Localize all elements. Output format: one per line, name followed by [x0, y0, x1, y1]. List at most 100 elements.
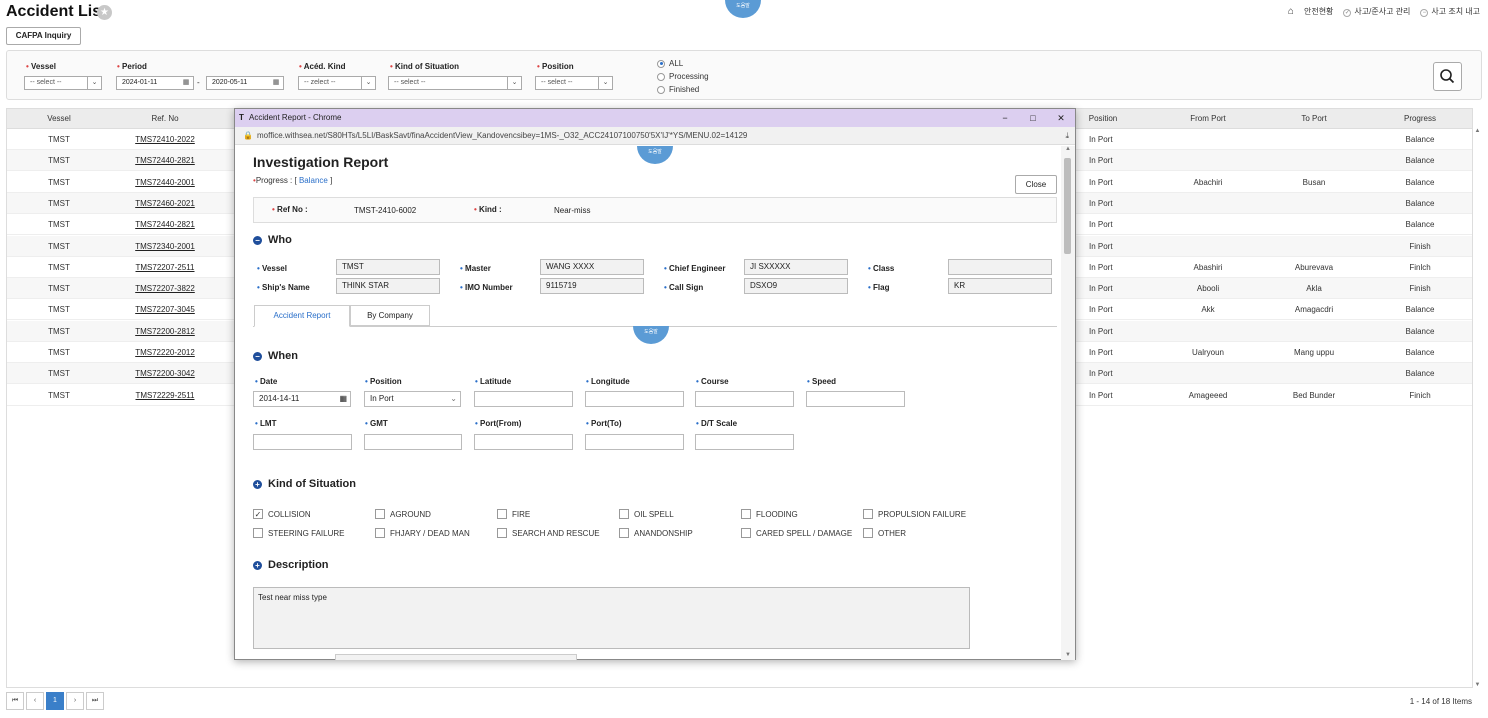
col-progress[interactable]: Progress [1367, 109, 1473, 129]
situation-checkbox[interactable]: OTHER [863, 528, 906, 538]
dt-scale-field[interactable] [695, 434, 794, 450]
toplink-2[interactable]: ✓ 사고/준사고 관리 [1343, 6, 1410, 17]
cell-refno[interactable]: TMS72220-2012 [111, 342, 219, 363]
cell-refno[interactable]: TMS72440-2001 [111, 172, 219, 193]
last-page-button[interactable]: ⏭ [86, 692, 104, 710]
scroll-thumb[interactable] [1064, 158, 1071, 254]
col-vessel[interactable]: Vessel [7, 109, 111, 129]
popup-scrollbar[interactable]: ▲ ▼ [1061, 146, 1075, 660]
home-icon[interactable]: ⌂ [1288, 6, 1294, 17]
vessel-select[interactable]: -- select -- ⌄ [24, 76, 102, 90]
help-bubble[interactable]: 도움말 [633, 326, 669, 344]
position-select[interactable]: -- select -- ⌄ [535, 76, 613, 90]
close-window-button[interactable]: ✕ [1047, 109, 1075, 127]
col-refno[interactable]: Ref. No [111, 109, 219, 129]
position-select[interactable]: In Port ⌄ [364, 391, 461, 407]
cell-refno[interactable]: TMS72440-2821 [111, 150, 219, 171]
situation-checkbox[interactable]: FIRE [497, 509, 530, 519]
flag-field[interactable]: KR [948, 278, 1052, 294]
description-section-title[interactable]: + Description [253, 559, 329, 571]
situation-section-title[interactable]: + Kind of Situation [253, 478, 356, 490]
situation-checkbox[interactable]: CARED SPELL / DAMAGE [741, 528, 852, 538]
radio-all[interactable]: ALL [657, 57, 709, 70]
next-page-button[interactable]: › [66, 692, 84, 710]
cell-refno[interactable]: TMS72200-2812 [111, 321, 219, 342]
cell-refno[interactable]: TMS72410-2022 [111, 129, 219, 150]
calendar-icon[interactable]: ▦ [269, 77, 283, 89]
search-button[interactable] [1433, 62, 1462, 91]
cell-vessel: TMST [48, 241, 70, 251]
cell-refno[interactable]: TMS72460-2021 [111, 193, 219, 214]
radio-processing[interactable]: Processing [657, 70, 709, 83]
cell-refno[interactable]: TMS72340-2001 [111, 236, 219, 257]
speed-field[interactable] [806, 391, 905, 407]
period-from-input[interactable]: 2024-01-11 ▦ [116, 76, 194, 90]
first-page-button[interactable]: ⏮ [6, 692, 24, 710]
situation-checkbox[interactable]: OIL SPELL [619, 509, 674, 519]
lmt-field[interactable] [253, 434, 352, 450]
situation-checkbox[interactable]: SEARCH AND RESCUE [497, 528, 600, 538]
date-field[interactable]: 2014-14-11 ▦ [253, 391, 351, 407]
shipname-field[interactable]: THINK STAR [336, 278, 440, 294]
col-from-port[interactable]: From Port [1155, 109, 1261, 129]
url-bar[interactable]: 🔒 moffice.withsea.net/S80HTs/L5LI/BaskSa… [235, 127, 1075, 145]
cell-refno[interactable]: TMS72200-3042 [111, 363, 219, 384]
grid-scrollbar[interactable]: ▲ ▼ [1473, 128, 1482, 688]
gmt-field[interactable] [364, 434, 462, 450]
longitude-field[interactable] [585, 391, 684, 407]
radio-finished[interactable]: Finished [657, 83, 709, 96]
vessel-field[interactable]: TMST [336, 259, 440, 275]
window-titlebar[interactable]: T Accident Report - Chrome − □ ✕ [235, 109, 1075, 127]
cell-refno[interactable]: TMS72229-2511 [111, 385, 219, 406]
close-button[interactable]: Close [1015, 175, 1057, 194]
scroll-up-icon[interactable]: ▲ [1473, 128, 1482, 134]
scroll-up-icon[interactable]: ▲ [1061, 146, 1075, 152]
imo-field[interactable]: 9115719 [540, 278, 644, 294]
situation-checkbox[interactable]: STEERING FAILURE [253, 528, 344, 538]
situation-checkbox[interactable]: AGROUND [375, 509, 431, 519]
favorite-star-icon[interactable]: ★ [97, 5, 112, 20]
page-button-current[interactable]: 1 [46, 692, 64, 710]
class-field[interactable] [948, 259, 1052, 275]
port-from-field[interactable] [474, 434, 573, 450]
tab-by-company[interactable]: By Company [350, 305, 430, 326]
situation-checkbox[interactable]: ANANDONSHIP [619, 528, 693, 538]
help-bubble[interactable]: 도움말 [725, 0, 761, 18]
course-field[interactable] [695, 391, 794, 407]
download-icon[interactable]: ⤓ [1065, 127, 1069, 145]
toplink-3[interactable]: − 사고 조치 내고 [1420, 6, 1480, 17]
chief-field[interactable]: JI SXXXXX [744, 259, 848, 275]
col-to-port[interactable]: To Port [1261, 109, 1367, 129]
cell-refno[interactable]: TMS72440-2821 [111, 214, 219, 235]
port-to-field[interactable] [585, 434, 684, 450]
who-section-title[interactable]: − Who [253, 234, 292, 246]
callsign-field[interactable]: DSXO9 [744, 278, 848, 294]
toplink-1[interactable]: 안전현황 [1304, 6, 1333, 17]
cafpa-inquiry-button[interactable]: CAFPA Inquiry [6, 27, 81, 45]
situation-checkbox[interactable]: ✓ COLLISION [253, 509, 311, 519]
when-section-title[interactable]: − When [253, 350, 298, 362]
master-field[interactable]: WANG XXXX [540, 259, 644, 275]
scroll-down-icon[interactable]: ▼ [1473, 682, 1482, 688]
scroll-down-icon[interactable]: ▼ [1061, 652, 1075, 658]
calendar-icon[interactable]: ▦ [339, 392, 347, 406]
situation-checkbox[interactable]: FHJARY / DEAD MAN [375, 528, 470, 538]
cell-refno[interactable]: TMS72207-3045 [111, 299, 219, 320]
prev-page-button[interactable]: ‹ [26, 692, 44, 710]
minimize-button[interactable]: − [991, 109, 1019, 127]
help-bubble[interactable]: 도움말 [637, 146, 673, 164]
kind-select[interactable]: -- zelect -- ⌄ [298, 76, 376, 90]
next-field[interactable] [335, 654, 577, 660]
situation-checkbox[interactable]: FLOODING [741, 509, 798, 519]
latitude-field[interactable] [474, 391, 573, 407]
cell-refno[interactable]: TMS72207-2511 [111, 257, 219, 278]
cell-refno[interactable]: TMS72207-3822 [111, 278, 219, 299]
period-to-input[interactable]: 2020-05-11 ▦ [206, 76, 284, 90]
situation-select[interactable]: -- select -- ⌄ [388, 76, 522, 90]
maximize-button[interactable]: □ [1019, 109, 1047, 127]
situation-checkbox[interactable]: PROPULSION FAILURE [863, 509, 966, 519]
col-position[interactable]: Position [1073, 109, 1133, 129]
calendar-icon[interactable]: ▦ [179, 77, 193, 89]
tab-accident-report[interactable]: Accident Report [254, 305, 350, 327]
description-textarea[interactable]: Test near miss type [253, 587, 970, 649]
